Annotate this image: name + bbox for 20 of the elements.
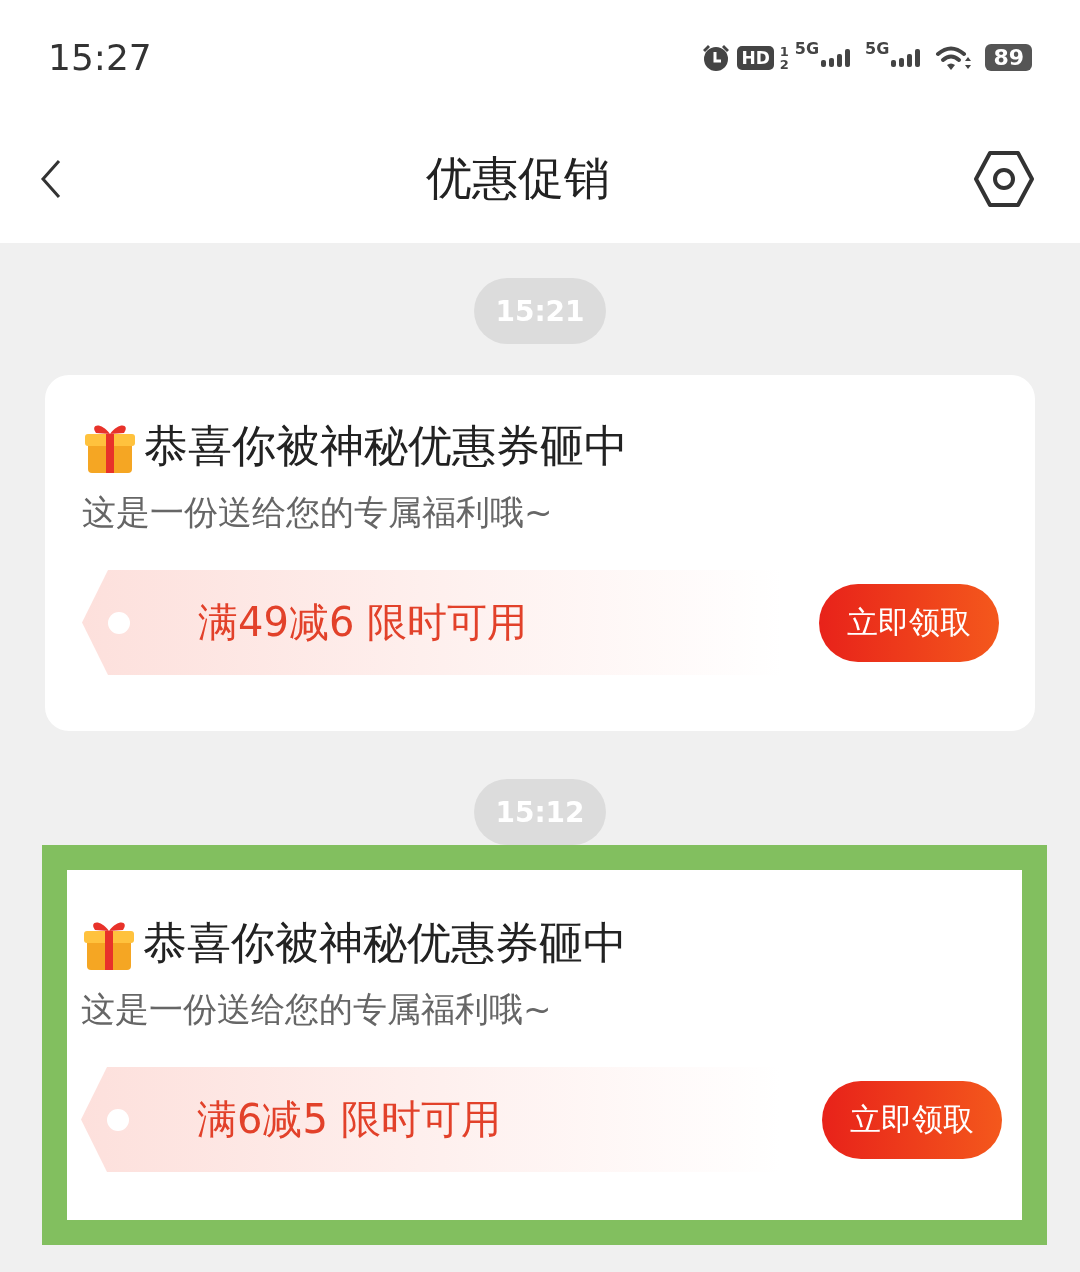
signal-icon [891,48,922,67]
network-label: 5G [794,38,820,58]
sim-label: 2 [779,57,789,71]
claim-button[interactable]: 立即领取 [822,1080,1002,1159]
message-title: 恭喜你被神秘优惠券砸中 [144,419,628,473]
wifi-icon [935,43,974,72]
signal-icon [821,48,852,67]
network-label: 5G [865,38,890,58]
status-time: 15:27 [48,37,152,78]
page-title: 优惠促销 [425,150,610,207]
alarm-icon [701,42,732,73]
message-subtitle: 这是一份送给您的专属福利哦~ [82,491,554,534]
claim-button[interactable]: 立即领取 [819,583,999,662]
back-icon[interactable] [40,159,62,199]
settings-icon[interactable] [973,150,1035,208]
sim-label: 1 [779,44,789,58]
battery-icon: 89 [985,44,1032,71]
message-subtitle: 这是一份送给您的专属福利哦~ [81,988,553,1031]
message-title: 恭喜你被神秘优惠券砸中 [143,916,627,970]
hd-badge: HD [737,45,774,70]
